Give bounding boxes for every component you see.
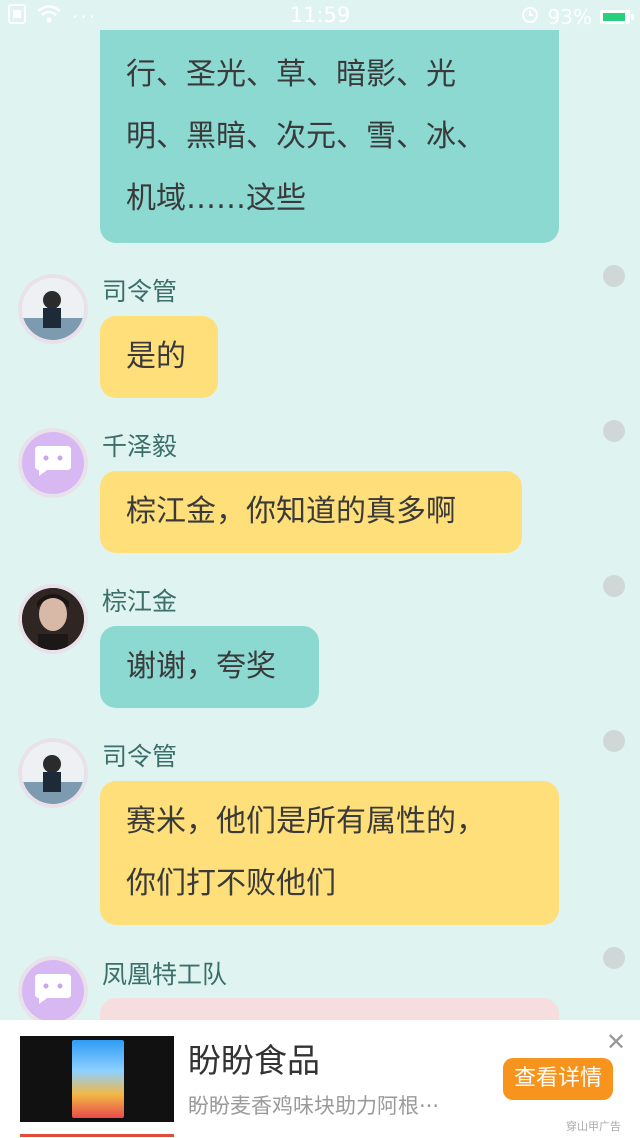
video-progress-bar	[20, 1134, 174, 1137]
message-line: 行、圣光、草、暗影、光	[126, 57, 456, 92]
message-bubble[interactable]: 是的	[100, 316, 218, 398]
message-line: 机域……这些	[126, 181, 306, 216]
avatar[interactable]	[22, 588, 84, 650]
message-line: 是的	[126, 339, 186, 374]
message-line: 谢谢，夸奖	[126, 649, 276, 684]
view-details-button[interactable]: 查看详情	[503, 1058, 613, 1100]
close-icon[interactable]: ✕	[606, 1028, 626, 1056]
avatar[interactable]	[22, 278, 84, 340]
unread-dot	[603, 265, 625, 287]
battery-icon	[600, 9, 634, 24]
unread-dot	[603, 420, 625, 442]
message-bubble[interactable]: 谢谢，夸奖	[100, 626, 319, 708]
ad-thumbnail[interactable]	[20, 1036, 174, 1122]
message-line: 你们打不败他们	[126, 866, 336, 901]
alarm-icon	[520, 4, 540, 29]
product-image	[72, 1040, 124, 1118]
sender-name: 千泽毅	[102, 432, 178, 461]
chat-bubble-icon	[33, 972, 73, 1010]
unread-dot	[603, 730, 625, 752]
message-bubble[interactable]: 棕江金，你知道的真多啊	[100, 471, 522, 553]
sender-name: 凤凰特工队	[102, 960, 228, 989]
sender-name: 司令管	[102, 742, 178, 771]
sender-name: 司令管	[102, 277, 178, 306]
message-line: 明、黑暗、次元、雪、冰、	[126, 119, 486, 154]
ad-banner[interactable]: 盼盼食品 盼盼麦香鸡味块助力阿根··· 查看详情 ✕ 穿山甲广告	[0, 1020, 640, 1138]
ad-source-label: 穿山甲广告	[566, 1120, 621, 1133]
avatar[interactable]	[22, 742, 84, 804]
message-line: 赛米，他们是所有属性的，	[126, 804, 486, 839]
chat-bubble-icon	[33, 444, 73, 482]
avatar[interactable]	[22, 960, 84, 1022]
sender-name: 棕江金	[102, 587, 178, 616]
unread-dot	[603, 947, 625, 969]
unread-dot	[603, 575, 625, 597]
ad-title[interactable]: 盼盼食品	[188, 1034, 320, 1082]
ad-subtitle[interactable]: 盼盼麦香鸡味块助力阿根···	[188, 1090, 439, 1120]
status-right: 93%	[520, 4, 634, 29]
status-bar: ··· 11:59 93%	[0, 0, 640, 32]
message-bubble[interactable]: 赛米，他们是所有属性的， 你们打不败他们	[100, 781, 559, 925]
message-bubble[interactable]: 行、圣光、草、暗影、光 明、黑暗、次元、雪、冰、 机域……这些	[100, 30, 559, 243]
battery-percent: 93%	[547, 4, 592, 29]
message-line: 棕江金，你知道的真多啊	[126, 494, 456, 529]
avatar[interactable]	[22, 432, 84, 494]
